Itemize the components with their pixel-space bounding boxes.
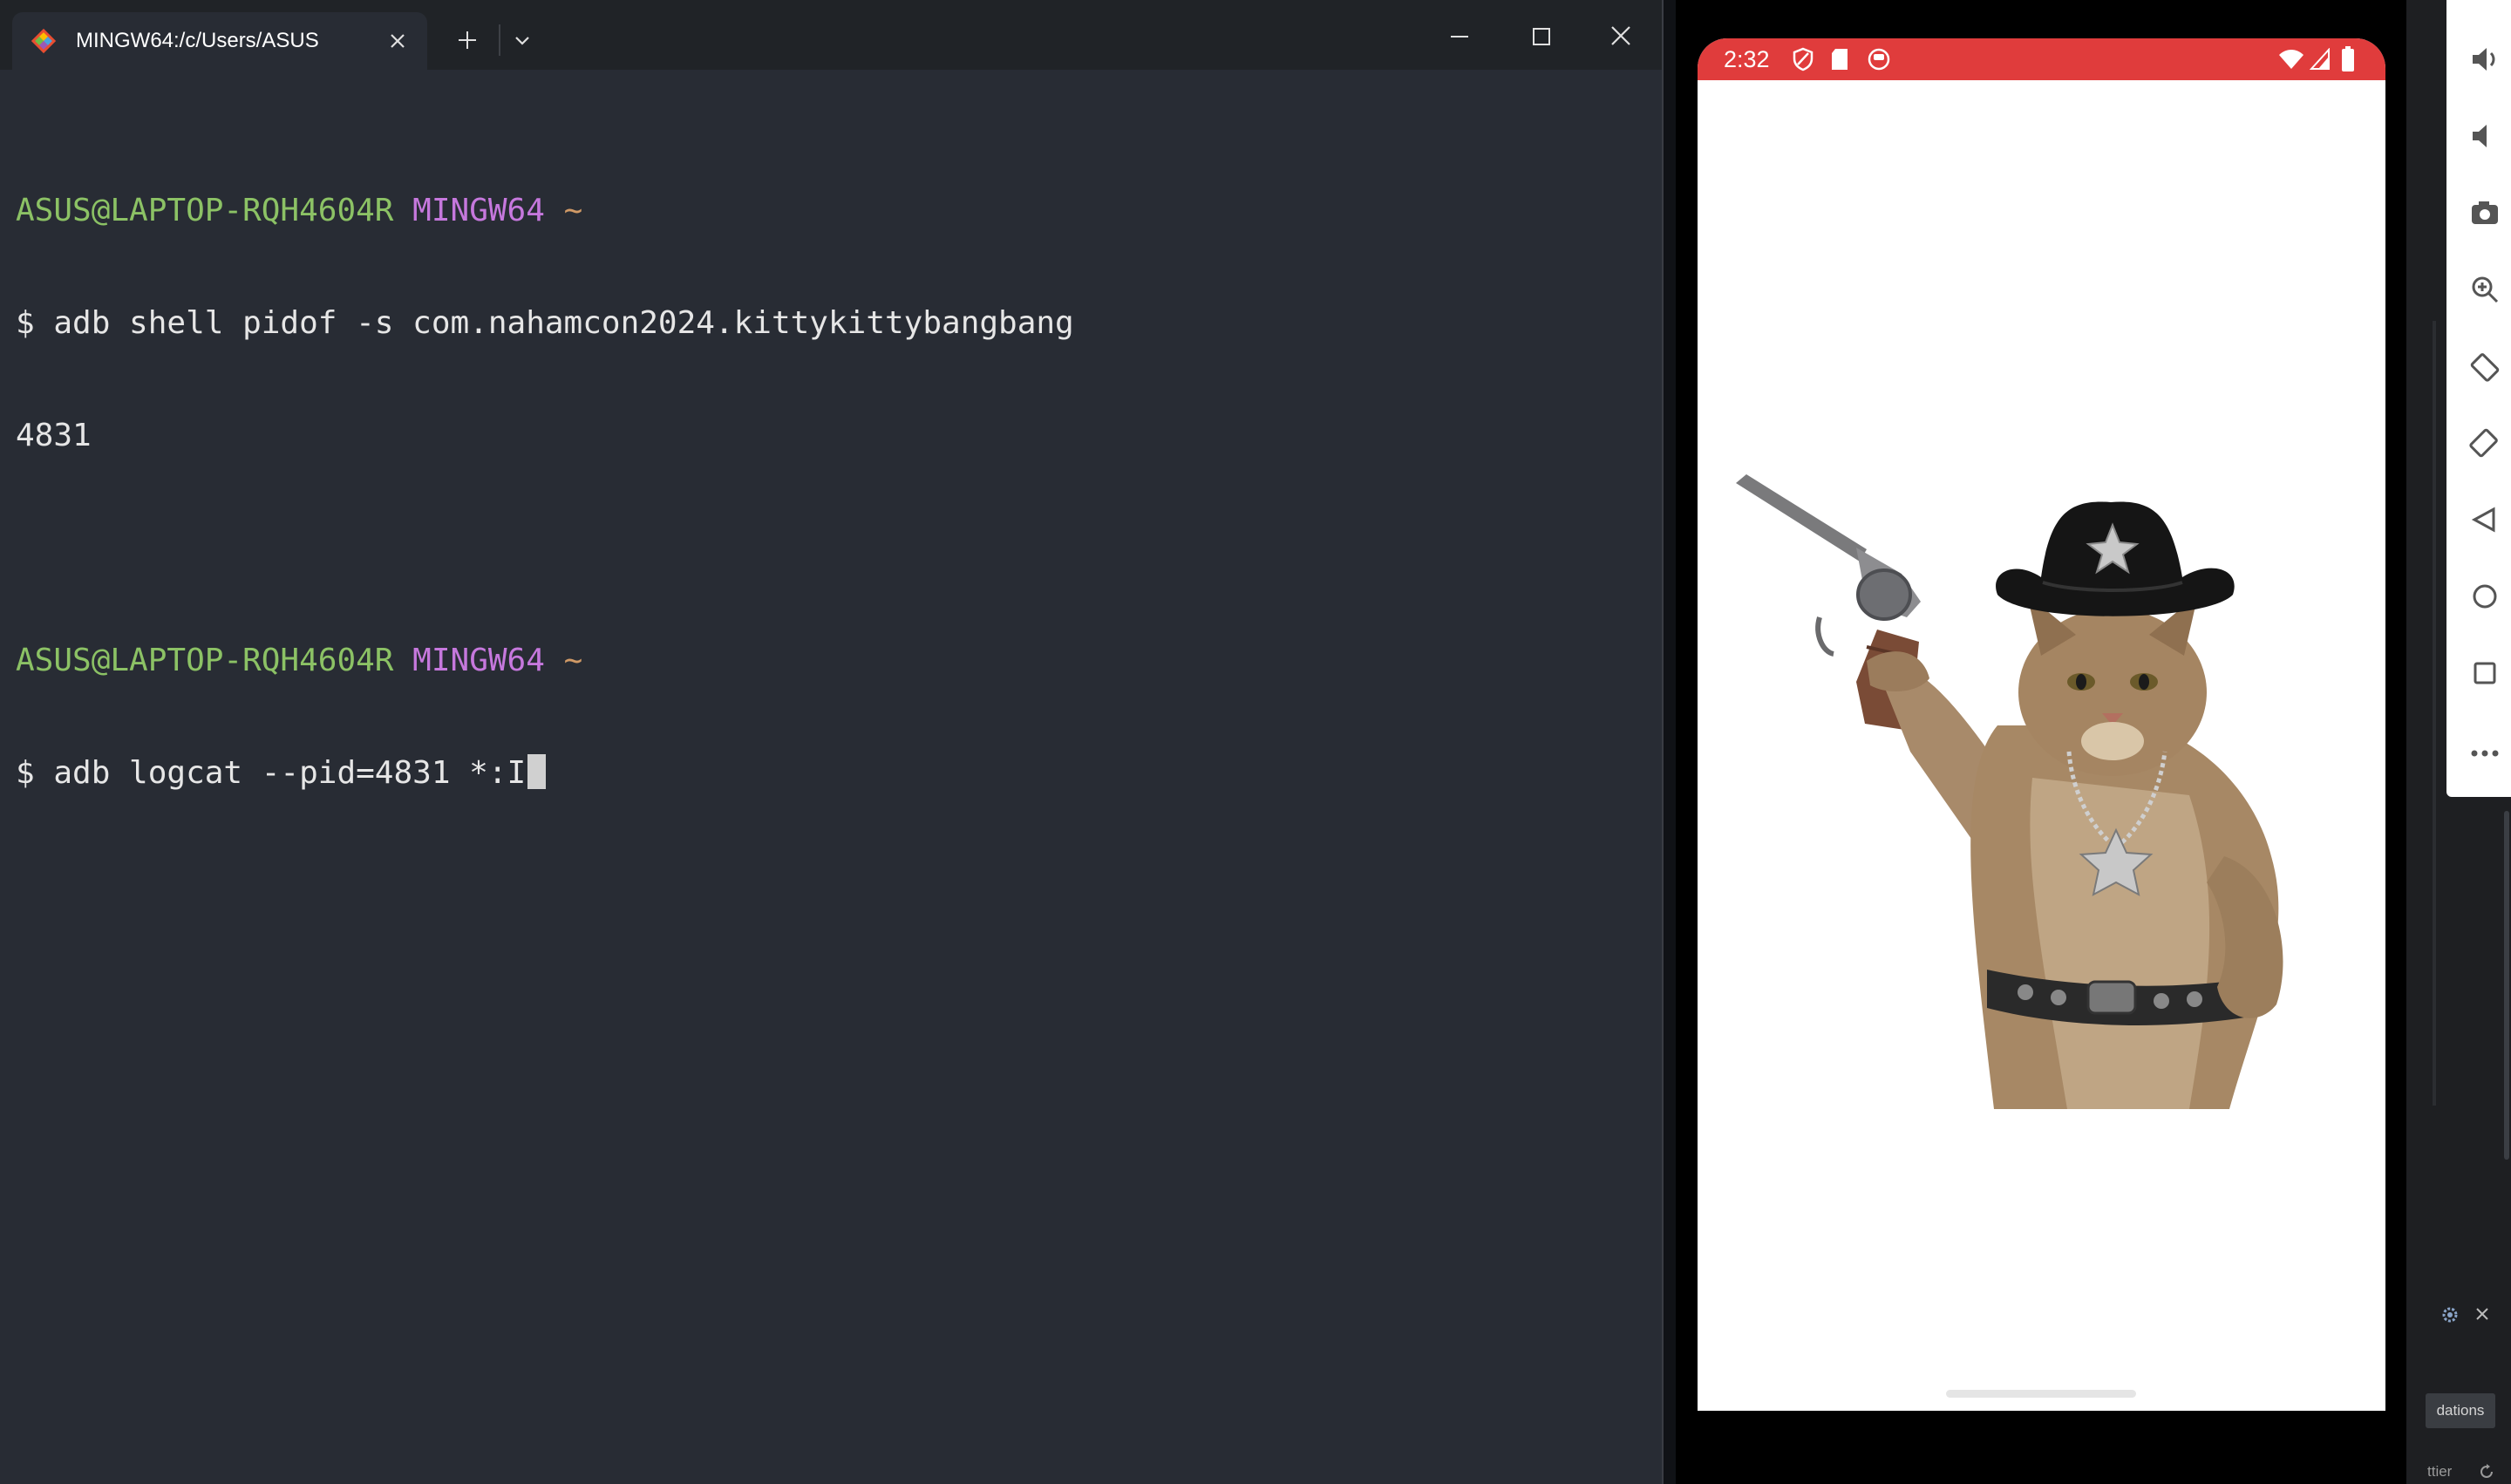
recommendations-button[interactable]: dations (2426, 1393, 2495, 1428)
prompt-line: ASUS@LAPTOP-RQH4604R MINGW64 ~ (16, 642, 1074, 679)
cowboy-cat-image (1736, 474, 2283, 1109)
prompt-user: ASUS@LAPTOP-RQH4604R (16, 643, 394, 678)
rotate-left-button[interactable] (2446, 340, 2511, 392)
more-icon (2471, 750, 2499, 757)
app-notification-icon (1868, 48, 1890, 71)
sd-card-icon (1832, 49, 1848, 70)
camera-icon (2472, 201, 2498, 224)
home-icon (2473, 584, 2497, 609)
zoom-button[interactable] (2446, 263, 2511, 316)
scrollbar[interactable] (2504, 811, 2509, 1160)
battery-icon (2342, 46, 2354, 71)
prompt-dir: ~ (563, 643, 583, 678)
minimize-icon[interactable] (1447, 24, 1472, 49)
current-command: $ adb logcat --pid=4831 *:I (16, 755, 527, 791)
home-button[interactable] (2446, 570, 2511, 623)
title-bar: MINGW64:/c/Users/ASUS (0, 0, 1662, 70)
overview-button[interactable] (2446, 647, 2511, 699)
prompt-line: ASUS@LAPTOP-RQH4604R MINGW64 ~ (16, 192, 1074, 229)
signal-icon (2310, 48, 2330, 70)
rotate-left-icon (2470, 353, 2500, 382)
command-line: $ adb shell pidof -s com.nahamcon2024.ki… (16, 305, 1074, 341)
status-bar: 2:32 (1698, 38, 2385, 80)
close-icon[interactable] (2473, 1304, 2492, 1324)
emulator-toolbar (2446, 0, 2511, 797)
prompt-user: ASUS@LAPTOP-RQH4604R (16, 193, 394, 228)
zoom-icon (2472, 276, 2499, 303)
prompt-host: MINGW64 (412, 643, 545, 678)
terminal-output[interactable]: ASUS@LAPTOP-RQH4604R MINGW64 ~ $ adb she… (16, 117, 1074, 867)
ide-side-panel: dations ttier (2406, 0, 2511, 1484)
screenshot-button[interactable] (2446, 187, 2511, 239)
command-line-active[interactable]: $ adb logcat --pid=4831 *:I (16, 754, 1074, 792)
more-button[interactable] (2446, 724, 2511, 776)
refresh-icon[interactable] (2478, 1463, 2495, 1481)
status-time: 2:32 (1724, 46, 1770, 72)
prompt-dir: ~ (563, 193, 583, 228)
rotate-right-button[interactable] (2446, 417, 2511, 469)
gesture-nav-handle[interactable] (1946, 1390, 2136, 1398)
gear-icon[interactable] (2440, 1304, 2460, 1325)
phone-screen[interactable]: 2:32 (1698, 38, 2385, 1411)
close-icon[interactable] (1608, 23, 1634, 49)
android-emulator: 2:32 (1676, 0, 2406, 1484)
git-bash-icon (31, 28, 57, 54)
volume-up-button[interactable] (2446, 33, 2511, 85)
text-cursor (527, 754, 547, 789)
volume-down-icon (2473, 125, 2487, 147)
wifi-icon (2279, 50, 2303, 69)
app-content[interactable] (1698, 80, 2385, 1411)
chevron-down-icon[interactable] (513, 31, 532, 51)
terminal-window: MINGW64:/c/Users/ASUS ASUS@LAPTOP-RQH460… (0, 0, 1664, 1484)
shield-icon (1793, 47, 1814, 71)
tab-title: MINGW64:/c/Users/ASUS (76, 29, 319, 52)
back-icon (2471, 507, 2495, 533)
volume-up-icon (2473, 48, 2495, 71)
back-button[interactable] (2446, 494, 2511, 546)
prettier-status[interactable]: ttier (2427, 1463, 2452, 1481)
rotate-right-icon (2469, 428, 2498, 458)
prompt-host: MINGW64 (412, 193, 545, 228)
volume-down-button[interactable] (2446, 110, 2511, 162)
close-icon[interactable] (385, 29, 410, 53)
terminal-tab[interactable]: MINGW64:/c/Users/ASUS (12, 12, 427, 70)
output-line: 4831 (16, 418, 92, 453)
overview-icon (2474, 662, 2496, 684)
plus-icon[interactable] (455, 28, 480, 52)
tab-divider (499, 24, 500, 56)
maximize-icon[interactable] (1529, 24, 1554, 49)
panel-divider (2433, 321, 2436, 1106)
